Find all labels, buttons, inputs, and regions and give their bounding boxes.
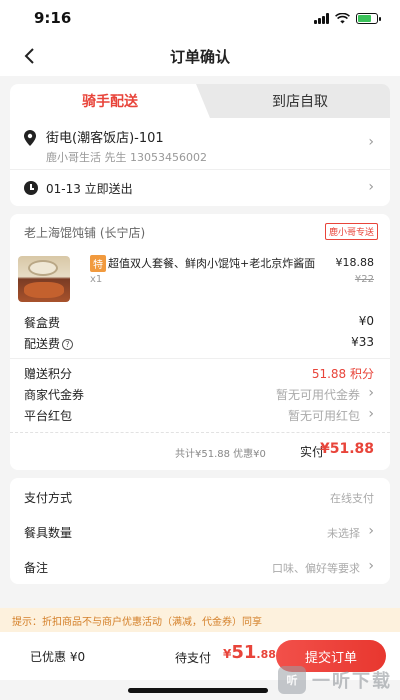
option-label: 餐具数量 (24, 526, 73, 540)
battery-icon (356, 12, 381, 24)
fee-label: 餐盒费 (24, 316, 61, 330)
clock-icon (24, 181, 38, 195)
fee-value: ¥0 (358, 314, 374, 328)
remark-row[interactable]: 备注 口味、偏好等要求 › (10, 548, 390, 583)
watermark: 听 一听下载 (278, 666, 392, 694)
delivery-time: 01-13 立即送出 (46, 182, 133, 196)
item-quantity: x1 (90, 274, 103, 285)
total-row: 共计¥51.88 优惠¥0 实付 ¥51.88 (10, 433, 390, 467)
status-time: 9:16 (34, 9, 72, 27)
pay-amount: ¥51.88 (223, 642, 276, 663)
tip-bar: 提示：折扣商品不与商户优惠活动（满减，代金券）同享 (0, 608, 400, 632)
chevron-right-icon: › (368, 179, 374, 195)
watermark-logo-icon: 听 (278, 666, 306, 694)
option-label: 支付方式 (24, 491, 73, 505)
delivery-tabs: 骑手配送 到店自取 (10, 84, 390, 118)
red-packet-row[interactable]: 平台红包 暂无可用红包 › (10, 405, 390, 426)
voucher-label: 商家代金券 (24, 388, 85, 402)
chevron-right-icon: › (368, 558, 374, 574)
chevron-right-icon: › (368, 134, 374, 150)
back-arrow-icon[interactable] (20, 44, 40, 68)
address-main: 街电(潮客饭店)-101 (46, 131, 164, 146)
chevron-right-icon: › (368, 406, 374, 422)
status-bar: 9:16 (0, 0, 400, 36)
special-badge: 特 (90, 255, 106, 272)
points-label: 赠送积分 (24, 367, 73, 381)
points-row: 赠送积分 51.88 积分 (10, 363, 390, 384)
voucher-row[interactable]: 商家代金券 暂无可用代金券 › (10, 384, 390, 405)
home-indicator[interactable] (128, 688, 268, 693)
divider (10, 358, 390, 359)
fee-label: 配送费? (24, 335, 74, 352)
address-contact: 鹿小哥生活 先生 13053456002 (46, 151, 207, 164)
tableware-row[interactable]: 餐具数量 未选择 › (10, 513, 390, 548)
signal-icon (314, 12, 329, 24)
tab-rider-delivery[interactable]: 骑手配送 (10, 84, 210, 118)
option-value: 未选择 (327, 527, 360, 540)
page-title: 订单确认 (169, 47, 230, 66)
item-price: ¥18.88 (335, 256, 375, 269)
item-original-price: ¥22 (354, 274, 374, 285)
points-value: 51.88 积分 (311, 367, 374, 381)
voucher-value: 暂无可用代金券 (275, 388, 360, 402)
options-card: 支付方式 在线支付 餐具数量 未选择 › 备注 口味、偏好等要求 › (10, 478, 390, 584)
fee-row-delivery: 配送费? ¥33 (10, 333, 390, 354)
location-pin-icon (24, 130, 36, 146)
address-row[interactable]: 街电(潮客饭店)-101 鹿小哥生活 先生 13053456002 › (10, 118, 390, 170)
chevron-right-icon: › (368, 385, 374, 401)
question-icon[interactable]: ? (62, 339, 74, 350)
watermark-text: 一听下载 (312, 671, 392, 692)
wifi-icon (335, 12, 350, 23)
fee-value: ¥33 (351, 335, 374, 349)
option-value: 口味、偏好等要求 (272, 562, 360, 575)
status-icons (314, 12, 381, 24)
option-label: 备注 (24, 561, 49, 575)
chevron-right-icon: › (368, 523, 374, 539)
nav-bar: 订单确认 (0, 36, 400, 76)
red-packet-label: 平台红包 (24, 409, 73, 423)
order-item: 特 超值双人套餐、鲜肉小馄饨+老北京炸酱面 x1 ¥18.88 ¥22 (10, 214, 390, 304)
option-value: 在线支付 (330, 492, 374, 505)
tab-self-pickup[interactable]: 到店自取 (210, 84, 390, 118)
fee-row-box: 餐盒费 ¥0 (10, 312, 390, 333)
delivery-time-row[interactable]: 01-13 立即送出 › (10, 170, 390, 206)
red-packet-value: 暂无可用红包 (287, 409, 360, 423)
payment-method-row: 支付方式 在线支付 (10, 478, 390, 513)
order-card: 老上海馄饨铺 (长宁店) 鹿小哥专送 特 超值双人套餐、鲜肉小馄饨+老北京炸酱面… (10, 214, 390, 470)
discount-text: 已优惠 ¥0 (30, 650, 86, 664)
item-name: 超值双人套餐、鲜肉小馄饨+老北京炸酱面 (108, 257, 316, 270)
delivery-card: 骑手配送 到店自取 街电(潮客饭店)-101 鹿小哥生活 先生 13053456… (10, 84, 390, 206)
item-image (18, 256, 70, 302)
total-summary: 共计¥51.88 优惠¥0 (175, 449, 266, 460)
pay-label: 待支付 (175, 651, 212, 665)
total-value: ¥51.88 (319, 441, 374, 457)
